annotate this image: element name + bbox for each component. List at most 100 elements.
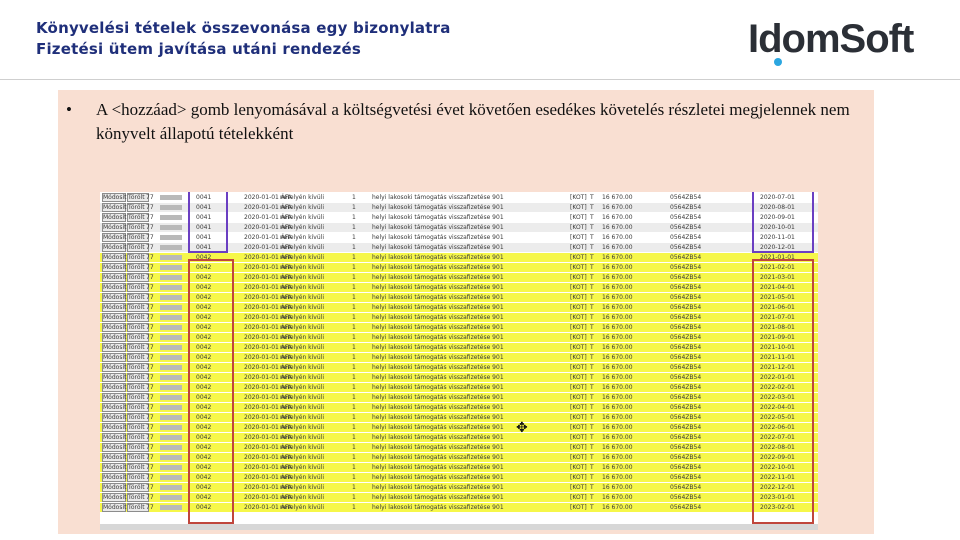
action-modify-button[interactable]: Módosít (102, 283, 126, 292)
row-kot: [KOT] (570, 194, 587, 201)
row-type: T (590, 214, 594, 221)
action-modify-button[interactable]: Módosít (102, 423, 126, 432)
row-count: 77 (146, 234, 154, 241)
redacted-cell (160, 345, 182, 350)
row-title: helyi lakosoki támogatás visszafizetése … (372, 344, 504, 351)
action-modify-button[interactable]: Módosít (102, 293, 126, 302)
row-count: 77 (146, 264, 154, 271)
row-amount: 16 670.00 (602, 284, 633, 291)
action-modify-button[interactable]: Módosít (102, 313, 126, 322)
row-desc: netelyén kívüli (280, 214, 324, 221)
row-title: helyi lakosoki támogatás visszafizetése … (372, 434, 504, 441)
action-modify-button[interactable]: Módosít (102, 363, 126, 372)
row-kot: [KOT] (570, 444, 587, 451)
action-modify-button[interactable]: Módosít (102, 483, 126, 492)
action-modify-button[interactable]: Módosít (102, 443, 126, 452)
action-modify-button[interactable]: Módosít (102, 303, 126, 312)
row-kot: [KOT] (570, 384, 587, 391)
redacted-cell (160, 385, 182, 390)
row-count: 77 (146, 444, 154, 451)
row-qty: 1 (352, 454, 356, 461)
row-amount: 16 670.00 (602, 494, 633, 501)
action-modify-button[interactable]: Módosít (102, 473, 126, 482)
row-code: 0564ZB54 (670, 424, 702, 431)
action-modify-button[interactable]: Módosít (102, 223, 126, 232)
action-modify-button[interactable]: Módosít (102, 433, 126, 442)
row-kot: [KOT] (570, 404, 587, 411)
row-title: helyi lakosoki támogatás visszafizetése … (372, 504, 504, 511)
action-modify-button[interactable]: Módosít (102, 263, 126, 272)
row-type: T (590, 464, 594, 471)
action-modify-button[interactable]: Módosít (102, 463, 126, 472)
row-type: T (590, 494, 594, 501)
row-desc: netelyén kívüli (280, 474, 324, 481)
row-amount: 16 670.00 (602, 294, 633, 301)
row-type: T (590, 204, 594, 211)
row-code: 0564ZB54 (670, 294, 702, 301)
row-title: helyi lakosoki támogatás visszafizetése … (372, 204, 504, 211)
row-qty: 1 (352, 314, 356, 321)
redacted-cell (160, 255, 182, 260)
row-count: 77 (146, 324, 154, 331)
action-modify-button[interactable]: Módosít (102, 233, 126, 242)
row-title: helyi lakosoki támogatás visszafizetése … (372, 284, 504, 291)
action-modify-button[interactable]: Módosít (102, 413, 126, 422)
row-desc: netelyén kívüli (280, 314, 324, 321)
row-count: 77 (146, 394, 154, 401)
row-kot: [KOT] (570, 214, 587, 221)
row-qty: 1 (352, 254, 356, 261)
row-amount: 16 670.00 (602, 274, 633, 281)
row-amount: 16 670.00 (602, 234, 633, 241)
row-kot: [KOT] (570, 434, 587, 441)
action-modify-button[interactable]: Módosít (102, 253, 126, 262)
action-modify-button[interactable]: Módosít (102, 333, 126, 342)
row-count: 77 (146, 224, 154, 231)
redacted-cell (160, 415, 182, 420)
row-desc: netelyén kívüli (280, 364, 324, 371)
row-title: helyi lakosoki támogatás visszafizetése … (372, 234, 504, 241)
action-modify-button[interactable]: Módosít (102, 273, 126, 282)
row-code: 0564ZB54 (670, 464, 702, 471)
action-modify-button[interactable]: Módosít (102, 193, 126, 202)
action-modify-button[interactable]: Módosít (102, 503, 126, 512)
action-modify-button[interactable]: Módosít (102, 353, 126, 362)
row-code: 0564ZB54 (670, 474, 702, 481)
action-modify-button[interactable]: Módosít (102, 343, 126, 352)
action-modify-button[interactable]: Módosít (102, 493, 126, 502)
row-amount: 16 670.00 (602, 194, 633, 201)
row-type: T (590, 484, 594, 491)
row-code: 0564ZB54 (670, 304, 702, 311)
row-code: 0564ZB54 (670, 254, 702, 261)
row-desc: netelyén kívüli (280, 274, 324, 281)
action-modify-button[interactable]: Módosít (102, 323, 126, 332)
row-code: 0564ZB54 (670, 354, 702, 361)
action-modify-button[interactable]: Módosít (102, 403, 126, 412)
row-qty: 1 (352, 224, 356, 231)
action-modify-button[interactable]: Módosít (102, 243, 126, 252)
horizontal-scrollbar[interactable] (100, 524, 818, 530)
redacted-cell (160, 235, 182, 240)
row-count: 77 (146, 484, 154, 491)
row-kot: [KOT] (570, 224, 587, 231)
action-modify-button[interactable]: Módosít (102, 453, 126, 462)
redacted-cell (160, 215, 182, 220)
row-title: helyi lakosoki támogatás visszafizetése … (372, 264, 504, 271)
row-type: T (590, 334, 594, 341)
row-type: T (590, 254, 594, 261)
row-type: T (590, 454, 594, 461)
row-type: T (590, 274, 594, 281)
row-type: T (590, 224, 594, 231)
row-kot: [KOT] (570, 464, 587, 471)
row-kot: [KOT] (570, 374, 587, 381)
action-modify-button[interactable]: Módosít (102, 213, 126, 222)
action-modify-button[interactable]: Módosít (102, 203, 126, 212)
action-modify-button[interactable]: Módosít (102, 383, 126, 392)
row-title: helyi lakosoki támogatás visszafizetése … (372, 244, 504, 251)
row-kot: [KOT] (570, 294, 587, 301)
action-modify-button[interactable]: Módosít (102, 373, 126, 382)
row-qty: 1 (352, 424, 356, 431)
action-modify-button[interactable]: Módosít (102, 393, 126, 402)
row-title: helyi lakosoki támogatás visszafizetése … (372, 494, 504, 501)
redacted-cell (160, 305, 182, 310)
row-desc: netelyén kívüli (280, 224, 324, 231)
